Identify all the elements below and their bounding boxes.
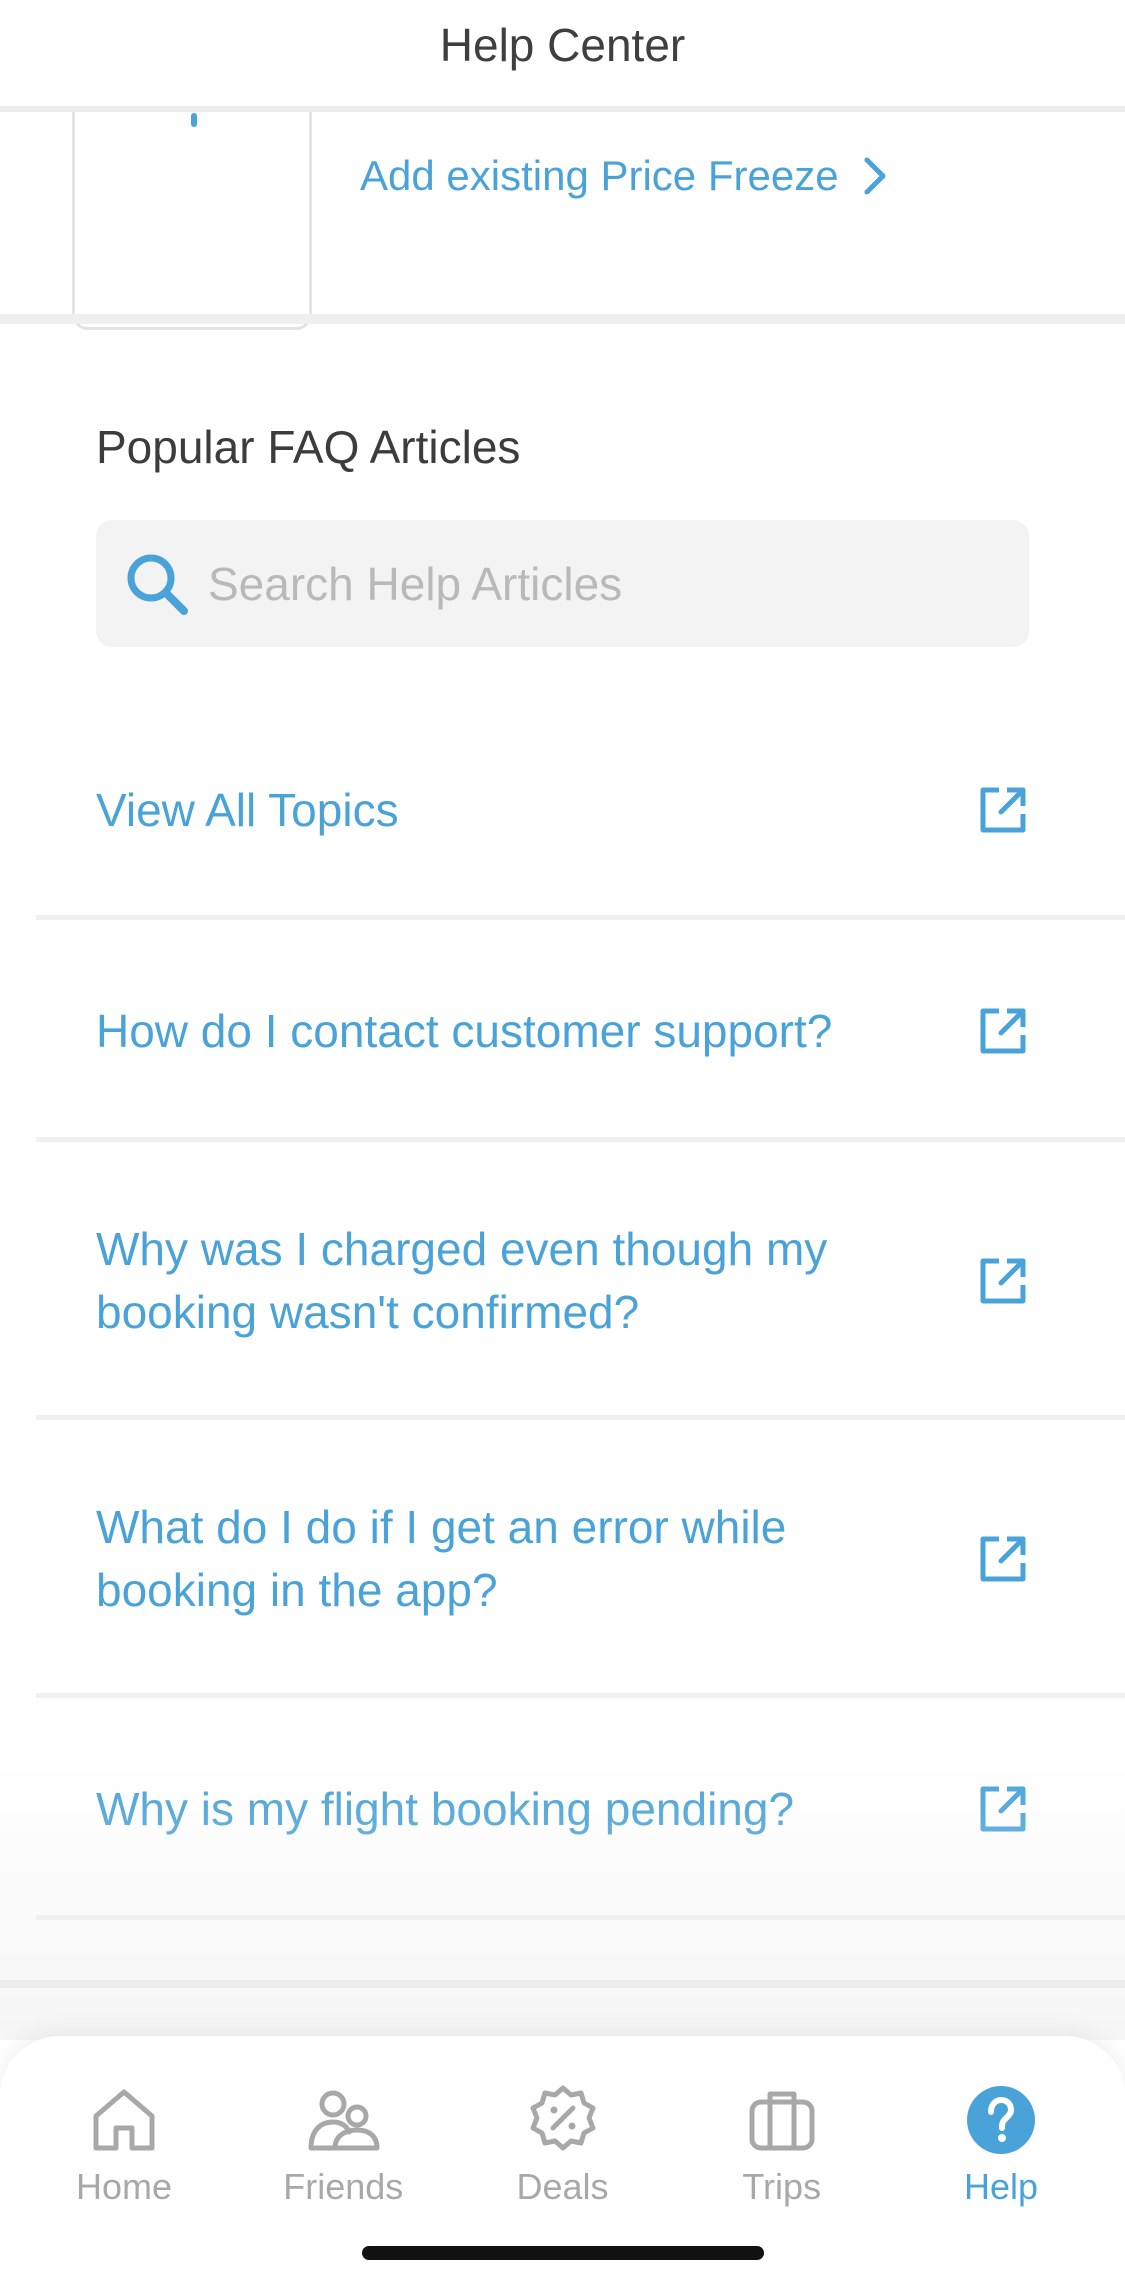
search-icon [127,554,188,615]
tab-label: Trips [742,2166,822,2207]
help-center-screen: Help Center Add existing Price Freeze Po… [0,0,1125,2284]
external-link-icon [980,1258,1026,1304]
faq-item-contact-support[interactable]: How do I contact customer support? [0,920,1125,1142]
bottom-divider [0,1980,1125,1988]
price-freeze-row: Add existing Price Freeze [0,82,1125,330]
add-price-freeze-link[interactable]: Add existing Price Freeze [360,152,889,200]
friends-icon [308,2090,380,2151]
tab-label: Help [963,2166,1039,2207]
price-freeze-card [72,82,312,330]
faq-item-booking-error[interactable]: What do I do if I get an error while boo… [0,1420,1125,1698]
faq-item-charged-unconfirmed[interactable]: Why was I charged even though my booking… [0,1142,1125,1420]
external-link-icon [980,787,1026,833]
external-link-icon [980,1536,1026,1582]
faq-item-label: Why was I charged even though my booking… [96,1223,828,1338]
tab-label: Friends [283,2166,404,2207]
section-divider [0,314,1125,324]
tab-help[interactable]: Help [901,2082,1101,2284]
help-icon [967,2086,1035,2154]
search-bar[interactable] [96,520,1029,647]
home-icon [93,2089,155,2151]
search-input[interactable] [208,556,1008,611]
faq-list: View All Topics How do I contact custome… [0,700,1125,1920]
add-price-freeze-label: Add existing Price Freeze [360,152,839,199]
tab-label: Home [75,2166,173,2207]
tab-label: Deals [516,2166,609,2207]
trips-icon [749,2091,815,2151]
external-link-icon [980,1008,1026,1054]
faq-item-label: How do I contact customer support? [96,1004,833,1057]
deals-icon [530,2085,595,2151]
faq-item-flight-pending[interactable]: Why is my flight booking pending? [0,1698,1125,1920]
faq-item-label: Why is my flight booking pending? [96,1782,795,1835]
faq-item-label: What do I do if I get an error while boo… [96,1501,787,1616]
home-indicator [362,2246,764,2260]
card-mark [191,113,197,127]
faq-item-view-all-topics[interactable]: View All Topics [0,700,1125,920]
faq-heading: Popular FAQ Articles [96,421,521,473]
external-link-icon [980,1786,1026,1832]
page-title: Help Center [439,19,686,71]
header: Help Center [0,0,1125,112]
chevron-right-icon [864,157,886,195]
faq-item-label: View All Topics [96,783,399,836]
tab-home[interactable]: Home [24,2082,224,2284]
